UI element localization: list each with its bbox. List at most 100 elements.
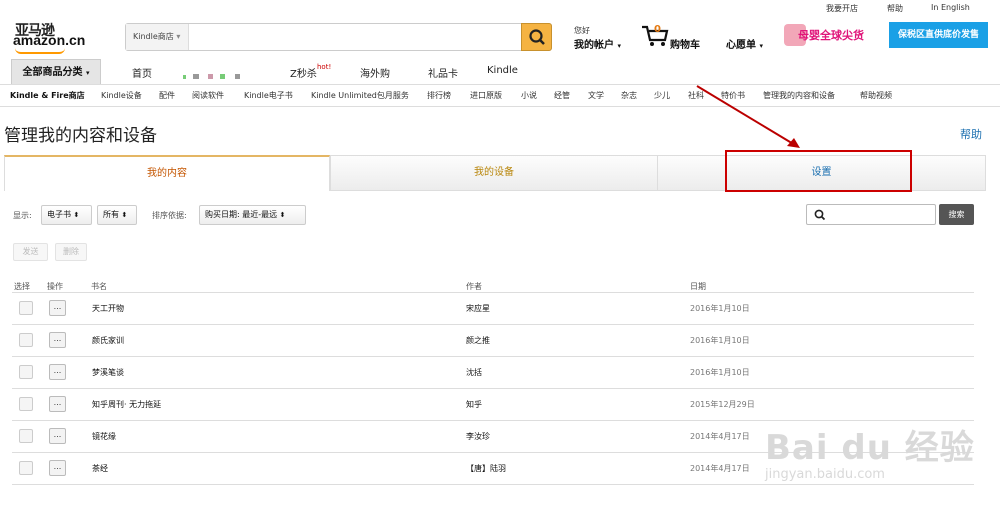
subnav-help-videos[interactable]: 帮助视频 [860, 90, 892, 101]
table-row: ... 梦溪笔谈 沈括 2016年1月10日 [12, 356, 974, 388]
subnav-bestsellers[interactable]: 排行榜 [427, 90, 451, 101]
book-title[interactable]: 颜氏家训 [92, 335, 124, 346]
scope-select[interactable]: 所有 ⬍ [97, 205, 137, 225]
col-title: 书名 [91, 282, 107, 291]
subnav-kindle-unlimited[interactable]: Kindle Unlimited包月服务 [311, 90, 409, 101]
tab-my-content[interactable]: 我的内容 [4, 155, 330, 191]
book-title[interactable]: 梦溪笔谈 [92, 367, 124, 378]
promo-banner-left[interactable]: 母婴全球尖货 [784, 22, 888, 48]
page-title: 管理我的内容和设备 [4, 126, 157, 146]
row-actions-button[interactable]: ... [49, 332, 66, 348]
search-button[interactable] [521, 23, 552, 51]
row-actions-button[interactable]: ... [49, 460, 66, 476]
cart-count: 0 [654, 24, 661, 35]
book-author: 【唐】陆羽 [466, 464, 506, 473]
subnav-kindle-devices[interactable]: Kindle设备 [101, 90, 142, 101]
all-categories-button[interactable]: 全部商品分类 ▾ [11, 59, 101, 84]
nav-flash-sale[interactable]: Z秒杀 [290, 65, 317, 80]
top-link-help[interactable]: 帮助 [887, 3, 903, 14]
subnav-children[interactable]: 少儿 [654, 90, 670, 101]
sort-label: 排序依据: [152, 211, 187, 220]
row-checkbox[interactable] [19, 461, 33, 475]
nav-home[interactable]: 首页 [132, 65, 152, 80]
search-icon [814, 209, 826, 221]
table-row: ... 颜氏家训 颜之推 2016年1月10日 [12, 324, 974, 356]
top-link-sell[interactable]: 我要开店 [826, 3, 858, 14]
nav-sprite-icon [183, 74, 240, 79]
subnav-literature[interactable]: 文学 [588, 90, 604, 101]
tab-my-devices[interactable]: 我的设备 [330, 155, 658, 191]
book-author: 李汝珍 [466, 432, 490, 441]
subnav-magazines[interactable]: 杂志 [621, 90, 637, 101]
row-actions-button[interactable]: ... [49, 364, 66, 380]
book-date: 2016年1月10日 [690, 336, 750, 345]
table-row: ... 天工开物 宋应星 2016年1月10日 [12, 292, 974, 324]
send-button[interactable]: 发送 [13, 243, 48, 261]
row-checkbox[interactable] [19, 397, 33, 411]
row-actions-button[interactable]: ... [49, 396, 66, 412]
logo-smile-icon [15, 48, 65, 54]
search-bar: Kindle商店 ▾ [125, 23, 552, 51]
subnav-kindle-fire-store[interactable]: Kindle & Fire商店 [10, 90, 85, 101]
wishlist-menu[interactable]: 心愿单 ▾ [726, 36, 763, 51]
book-date: 2014年4月17日 [690, 432, 750, 441]
account-menu[interactable]: 您好 我的帐户 ▾ [574, 25, 621, 51]
book-date: 2015年12月29日 [690, 400, 755, 409]
subnav-manage-content[interactable]: 管理我的内容和设备 [763, 90, 835, 101]
chevron-down-icon: ▾ [176, 32, 181, 41]
promo-banner-right[interactable]: 保税区直供底价发售 [889, 22, 988, 48]
subnav-social-science[interactable]: 社科 [688, 90, 704, 101]
row-actions-button[interactable]: ... [49, 300, 66, 316]
book-title[interactable]: 知乎周刊· 无力拖延 [92, 399, 161, 410]
nav-decor-icons [183, 66, 251, 79]
col-author: 作者 [466, 282, 482, 291]
book-title[interactable]: 镜花缘 [92, 431, 116, 442]
show-label: 显示: [13, 211, 32, 220]
sort-select[interactable]: 购买日期: 最近-最远 ⬍ [199, 205, 306, 225]
subnav-deals[interactable]: 特价书 [721, 90, 745, 101]
top-link-english[interactable]: In English [931, 3, 970, 12]
search-input[interactable] [192, 27, 517, 47]
subnav-fiction[interactable]: 小说 [521, 90, 537, 101]
nav-global[interactable]: 海外购 [360, 65, 390, 80]
kindle-subnav: Kindle & Fire商店 Kindle设备 配件 阅读软件 Kindle电… [0, 84, 1000, 107]
book-date: 2016年1月10日 [690, 368, 750, 377]
table-row: ... 知乎周刊· 无力拖延 知乎 2015年12月29日 [12, 388, 974, 420]
subnav-business[interactable]: 经管 [554, 90, 570, 101]
help-link[interactable]: 帮助 [960, 126, 982, 142]
content-search-button[interactable]: 搜索 [939, 204, 974, 225]
row-checkbox[interactable] [19, 365, 33, 379]
cart-button[interactable]: 0 购物车 [641, 24, 703, 51]
content-search-field[interactable] [806, 204, 936, 225]
search-category-select[interactable]: Kindle商店 ▾ [126, 24, 189, 50]
type-select[interactable]: 电子书 ⬍ [41, 205, 92, 225]
account-greeting: 您好 [574, 26, 590, 35]
amazon-logo[interactable]: 亚马逊 amazon.cn [13, 20, 123, 54]
book-title[interactable]: 天工开物 [92, 303, 124, 314]
book-date: 2014年4月17日 [690, 464, 750, 473]
book-author: 知乎 [466, 400, 482, 409]
nav-gift-card[interactable]: 礼品卡 [428, 65, 458, 80]
book-author: 沈括 [466, 368, 482, 377]
highlight-box [725, 150, 912, 192]
subnav-reading-apps[interactable]: 阅读软件 [192, 90, 224, 101]
subnav-accessories[interactable]: 配件 [159, 90, 175, 101]
subnav-imported[interactable]: 进口原版 [470, 90, 502, 101]
row-checkbox[interactable] [19, 333, 33, 347]
book-title[interactable]: 茶经 [92, 463, 108, 474]
search-category-label: Kindle商店 [133, 32, 174, 41]
subnav-kindle-ebooks[interactable]: Kindle电子书 [244, 90, 293, 101]
baidu-watermark: Bai du 经验 jingyan.baidu.com [765, 420, 975, 482]
col-select: 选择 [14, 282, 30, 291]
col-date: 日期 [690, 282, 706, 291]
delete-button[interactable]: 删除 [55, 243, 87, 261]
account-label: 我的帐户 ▾ [574, 40, 621, 51]
book-author: 颜之推 [466, 336, 490, 345]
row-checkbox[interactable] [19, 301, 33, 315]
watermark-brand: Bai du 经验 [765, 428, 975, 468]
row-actions-button[interactable]: ... [49, 428, 66, 444]
row-checkbox[interactable] [19, 429, 33, 443]
cart-label: 购物车 [670, 40, 700, 51]
book-author: 宋应星 [466, 304, 490, 313]
nav-kindle[interactable]: Kindle [487, 65, 518, 76]
